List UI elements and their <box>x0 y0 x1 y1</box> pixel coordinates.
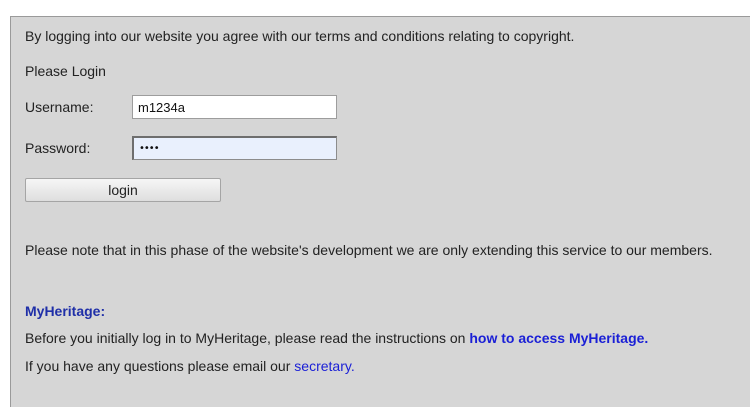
instructions-text: Before you initially log in to MyHeritag… <box>25 330 470 346</box>
login-panel: By logging into our website you agree wi… <box>10 16 750 407</box>
contact-period: . <box>350 358 355 374</box>
secretary-link[interactable]: secretary <box>294 358 351 374</box>
members-note: Please note that in this phase of the we… <box>25 242 713 258</box>
password-input[interactable] <box>132 136 337 160</box>
contact-text: If you have any questions please email o… <box>25 358 295 374</box>
terms-notice: By logging into our website you agree wi… <box>25 28 575 44</box>
username-input[interactable] <box>132 95 337 119</box>
myheritage-heading: MyHeritage: <box>25 303 106 319</box>
myheritage-instructions: Before you initially log in to MyHeritag… <box>25 330 648 346</box>
contact-line: If you have any questions please email o… <box>25 358 355 374</box>
login-heading: Please Login <box>25 63 106 79</box>
how-to-access-link[interactable]: how to access MyHeritage. <box>469 330 648 346</box>
username-label: Username: <box>25 99 94 115</box>
password-label: Password: <box>25 140 91 156</box>
login-button[interactable]: login <box>25 178 221 202</box>
